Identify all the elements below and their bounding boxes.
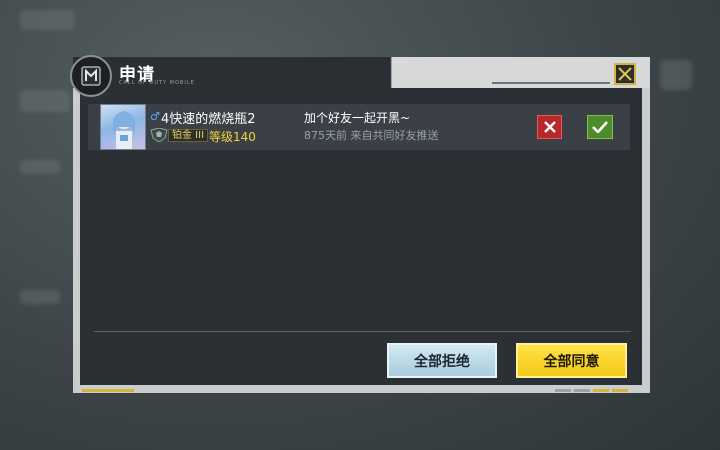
request-message: 加个好友一起开黑~ xyxy=(304,111,411,125)
close-x-icon xyxy=(618,67,632,81)
player-level: 等级140 xyxy=(209,130,256,144)
footer-accent xyxy=(593,389,609,392)
footer-accent xyxy=(612,389,628,392)
dialog-subtitle: CALL OF DUTY MOBILE xyxy=(119,80,195,86)
reject-request-button[interactable] xyxy=(537,115,562,139)
accept-all-button[interactable]: 全部同意 xyxy=(516,343,627,378)
rank-emblem-icon xyxy=(150,128,168,142)
x-icon xyxy=(543,121,556,133)
background-shape xyxy=(20,10,75,30)
background-shape xyxy=(20,90,70,112)
footer-accent xyxy=(82,389,134,392)
footer-accent xyxy=(555,389,571,392)
male-icon: ♂ xyxy=(150,110,160,123)
player-avatar[interactable] xyxy=(100,104,146,150)
divider xyxy=(94,331,631,332)
footer-accent xyxy=(574,389,590,392)
header-decoration-line xyxy=(492,82,610,84)
request-meta: 875天前 来自共同好友推送 xyxy=(304,129,439,142)
background-shape xyxy=(20,290,60,304)
reject-all-button[interactable]: 全部拒绝 xyxy=(387,343,497,378)
close-button[interactable] xyxy=(614,63,636,85)
rank-badge: 铂金 III xyxy=(168,129,209,142)
player-name: 4快速的燃烧瓶2 xyxy=(161,112,256,127)
accept-request-button[interactable] xyxy=(587,115,613,139)
checkmark-icon xyxy=(592,121,608,133)
codm-logo-icon xyxy=(70,55,112,97)
background-shape xyxy=(660,60,692,90)
background-shape xyxy=(20,160,60,174)
